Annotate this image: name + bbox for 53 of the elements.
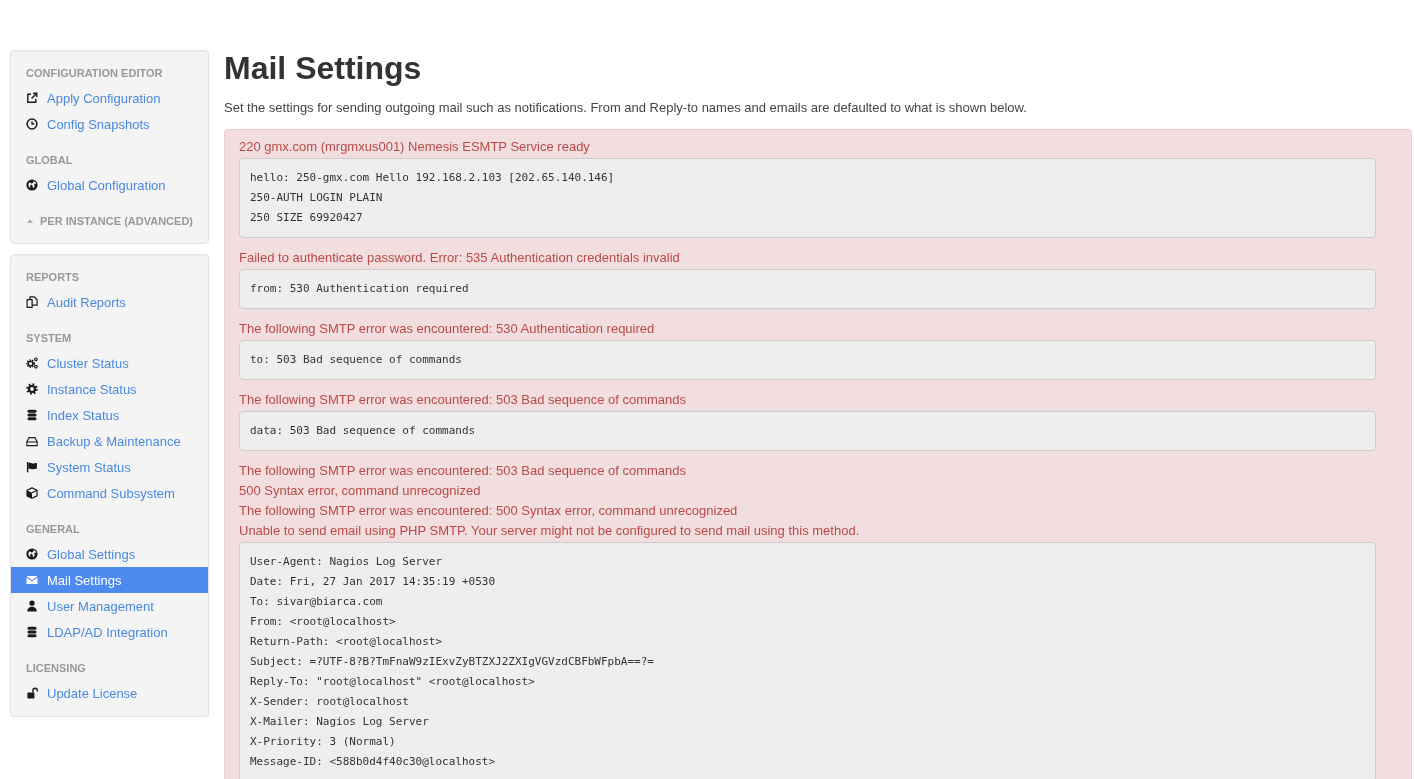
error-message: Failed to authenticate password. Error: 535 Authentication credentials invalid [239,249,681,267]
section-heading: REPORTS [25,270,81,285]
page-description: Set the settings for sending outgoing mail such as notifications. From and Reply-to names and emails are defaulted to what is shown below. [224,99,1028,117]
nav-link[interactable]: Index Status [11,402,208,428]
nav-link[interactable]: User Management [11,593,208,619]
nav-link[interactable]: Apply Configuration [11,85,208,111]
section-toggle[interactable]: PER INSTANCE (ADVANCED) [11,209,208,233]
smtp-log: to: 503 Bad sequence of commands [239,340,1376,380]
section-heading: SYSTEM [25,331,73,346]
error-message: The following SMTP error was encountered: 503 Bad sequence of commands [239,391,688,409]
globe-icon [26,179,38,191]
clock-icon [26,118,38,130]
nav-link[interactable]: Update License [11,680,208,706]
flag-icon [26,461,38,473]
external-link-icon [26,92,38,104]
error-message: 500 Syntax error, command unrecognized [239,482,482,500]
gears-icon [26,357,38,369]
cube-icon [26,487,38,499]
error-message: The following SMTP error was encountered: 500 Syntax error, command unrecognized [239,502,739,520]
smtp-log: from: 530 Authentication required [239,269,1376,309]
section-heading: LICENSING [25,661,87,676]
nav-link[interactable]: Instance Status [11,376,208,402]
error-message: 220 gmx.com (mrgmxus001) Nemesis ESMTP Service ready [239,138,591,156]
nav-link[interactable]: Config Snapshots [11,111,208,137]
documents-icon [26,296,38,308]
nav-link[interactable]: LDAP/AD Integration [11,619,208,645]
caret-icon [27,219,33,223]
user-icon [26,600,38,612]
nav-link[interactable]: Backup & Maintenance [11,428,208,454]
error-message: The following SMTP error was encountered: 503 Bad sequence of commands [239,462,688,480]
page-title: Mail Settings [224,50,423,86]
gear-icon [26,383,38,395]
section-heading: GENERAL [25,522,81,537]
smtp-log: User-Agent: Nagios Log Server Date: Fri, 27 Jan 2017 14:35:19 +0530 To: sivar@biarca.com From: <root@localhost> Return-Path: <root@localhost> Subject: =?UTF-8?B?TmFnaW9zIExvZyBTZXJ2ZXIgVGVzdCBFbWFpbA==?= Reply-To: "root@localhost" <root@localhost> X-Sender: root@localhost X-Mailer: Nagios Log Server X-Priority: 3 (Normal) Message-ID: <588b0d4f40c30@localhost> [239,542,1376,779]
nav-link[interactable]: System Status [11,454,208,480]
nav-link[interactable]: Cluster Status [11,350,208,376]
database-icon [26,626,38,638]
nav-link[interactable]: Global Configuration [11,172,208,198]
nav-link[interactable]: Global Settings [11,541,208,567]
database-icon [26,409,38,421]
drive-icon [26,435,38,447]
section-heading: GLOBAL [25,153,74,168]
error-message: The following SMTP error was encountered: 530 Authentication required [239,320,656,338]
smtp-log: hello: 250-gmx.com Hello 192.168.2.103 [202.65.140.146] 250-AUTH LOGIN PLAIN 250 SIZE 69920427 [239,158,1376,238]
section-heading: CONFIGURATION EDITOR [25,66,164,81]
smtp-log: data: 503 Bad sequence of commands [239,411,1376,451]
envelope-icon [26,574,38,586]
nav-link[interactable]: Command Subsystem [11,480,208,506]
padlock-icon [26,687,38,699]
nav-link[interactable]: Mail Settings [11,567,208,593]
globe-icon [26,548,38,560]
nav-link[interactable]: Audit Reports [11,289,208,315]
error-message: Unable to send email using PHP SMTP. Your server might not be configured to send mail using this method. [239,522,861,540]
